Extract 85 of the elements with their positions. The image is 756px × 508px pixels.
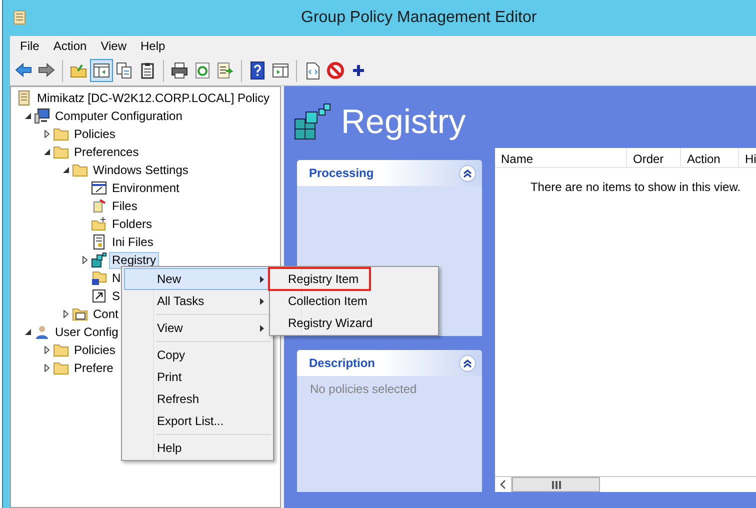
tree-item[interactable]: Mimikatz [DC-W2K12.CORP.LOCAL] Policy xyxy=(34,90,272,106)
column-header[interactable]: Action xyxy=(681,148,739,167)
horizontal-scrollbar[interactable] xyxy=(495,476,756,492)
collapsed-arrow-icon[interactable] xyxy=(81,256,89,264)
expanded-arrow-icon[interactable] xyxy=(24,328,32,336)
panel-text: No policies selected xyxy=(309,381,418,398)
tree-item[interactable]: Prefere xyxy=(71,360,116,376)
stop-icon xyxy=(326,61,345,80)
copy-icon xyxy=(115,61,134,80)
chevron-left-icon xyxy=(500,480,506,489)
tree-item[interactable]: Policies xyxy=(71,342,118,358)
collapsed-arrow-icon[interactable] xyxy=(62,310,70,318)
menu-item[interactable]: Refresh xyxy=(124,388,271,410)
collapse-button[interactable] xyxy=(459,354,476,372)
tree-item[interactable]: Files xyxy=(109,198,140,214)
empty-message: There are no items to show in this view. xyxy=(530,180,741,194)
folder-icon xyxy=(53,360,69,376)
document-icon xyxy=(91,234,107,250)
printer-icon xyxy=(170,61,189,80)
pane-icon xyxy=(92,61,111,80)
menu-item[interactable]: Action xyxy=(47,37,93,55)
menu-item[interactable]: New xyxy=(124,268,271,290)
back-arrow-icon xyxy=(14,61,33,80)
panel-title: Description xyxy=(309,355,376,372)
menu-item[interactable]: Registry Item xyxy=(268,267,371,291)
control-panel-icon xyxy=(72,306,88,322)
user-icon xyxy=(34,324,50,340)
tree-item[interactable]: S xyxy=(109,288,124,304)
chevron-up-icon xyxy=(463,358,472,368)
refresh-icon xyxy=(193,61,212,80)
tree-item[interactable]: Ini Files xyxy=(109,234,156,250)
page-title: Registry xyxy=(341,105,466,139)
window-title: Group Policy Management Editor xyxy=(301,8,537,28)
pane-icon xyxy=(271,61,290,80)
column-header[interactable]: Hi xyxy=(739,148,756,167)
registry-icon xyxy=(294,103,332,141)
collapsed-arrow-icon[interactable] xyxy=(43,364,51,372)
folder-icon xyxy=(91,216,107,232)
menu-item[interactable]: View xyxy=(94,37,132,55)
menu-item[interactable]: Copy xyxy=(124,344,271,366)
file-icon xyxy=(91,198,107,214)
tree-item[interactable]: Policies xyxy=(71,126,118,142)
expanded-arrow-icon[interactable] xyxy=(43,148,51,156)
expanded-arrow-icon[interactable] xyxy=(62,166,70,174)
toolbar-button[interactable] xyxy=(90,59,113,82)
scroll-thumb[interactable] xyxy=(512,477,600,492)
network-folder-icon xyxy=(91,270,107,286)
column-header[interactable]: Order xyxy=(627,148,681,167)
folder-icon xyxy=(72,162,88,178)
menu-item[interactable]: Registry Wizard xyxy=(268,311,385,335)
collapse-button[interactable] xyxy=(459,164,476,182)
scroll-icon xyxy=(16,90,32,106)
export-icon xyxy=(216,61,235,80)
tree-item[interactable]: Registry xyxy=(109,252,160,268)
tree-item[interactable]: Cont xyxy=(90,306,122,322)
menu-item[interactable]: Help xyxy=(124,437,271,459)
collapsed-arrow-icon[interactable] xyxy=(43,130,51,138)
tree-item[interactable]: N xyxy=(109,270,124,286)
collapsed-arrow-icon[interactable] xyxy=(43,346,51,354)
folder-icon xyxy=(53,126,69,142)
tree-item[interactable]: Preferences xyxy=(71,144,142,160)
menu-item[interactable]: Export List... xyxy=(124,410,271,432)
menu-item[interactable]: All Tasks xyxy=(124,290,271,312)
tree-item[interactable]: Folders xyxy=(109,216,156,232)
registry-icon xyxy=(91,252,107,268)
panel-title: Processing xyxy=(309,165,374,182)
forward-arrow-icon xyxy=(37,61,56,80)
tree-item[interactable]: User Config xyxy=(52,324,122,340)
tree-item[interactable]: Computer Configuration xyxy=(52,108,186,124)
menu-item[interactable]: Help xyxy=(134,37,172,55)
chevron-up-icon xyxy=(463,168,472,178)
menu-item[interactable]: Collection Item xyxy=(268,289,380,313)
expanded-arrow-icon[interactable] xyxy=(24,112,32,120)
help-icon xyxy=(248,61,267,80)
computer-icon xyxy=(34,108,50,124)
tree-item[interactable]: Windows Settings xyxy=(90,162,192,178)
shortcut-icon xyxy=(91,288,107,304)
window-icon xyxy=(91,180,107,196)
menu-item[interactable]: File xyxy=(14,37,46,55)
folder-icon xyxy=(53,144,69,160)
folder-icon xyxy=(53,342,69,358)
menu-item[interactable]: Print xyxy=(124,366,271,388)
menu-item[interactable]: View xyxy=(124,317,271,339)
tree-item[interactable]: Environment xyxy=(109,180,182,196)
column-header[interactable]: Name xyxy=(495,148,627,167)
